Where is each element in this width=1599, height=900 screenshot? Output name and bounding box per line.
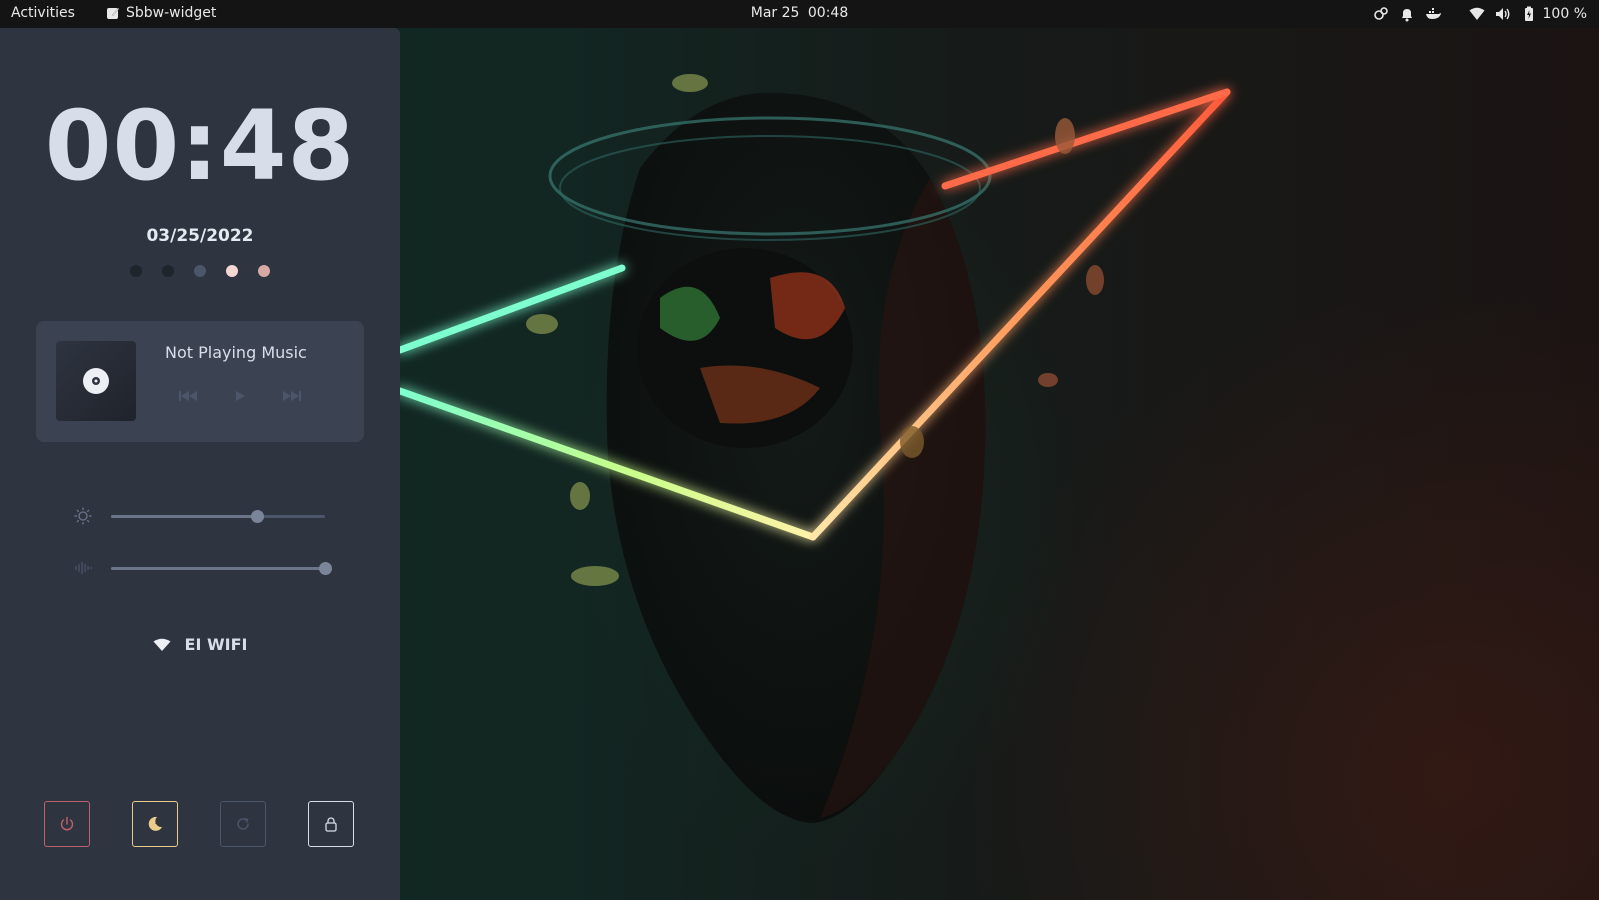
workspace-dot[interactable] bbox=[226, 265, 238, 277]
widget-date: 03/25/2022 bbox=[146, 226, 254, 246]
next-icon bbox=[283, 391, 301, 401]
music-controls bbox=[179, 389, 301, 403]
music-player-card: Not Playing Music bbox=[36, 321, 364, 442]
next-button[interactable] bbox=[283, 389, 301, 403]
music-title: Not Playing Music bbox=[165, 343, 307, 362]
sbbw-widget-panel: 00:48 03/25/2022 Not Playing Music EI WI… bbox=[0, 28, 400, 900]
album-art bbox=[56, 341, 136, 421]
battery-icon[interactable] bbox=[1521, 6, 1537, 22]
play-button[interactable] bbox=[231, 389, 249, 403]
reload-icon bbox=[237, 817, 249, 830]
wifi-status[interactable]: EI WIFI bbox=[0, 635, 400, 654]
top-bar: Activities Sbbw-widget Mar 25 00:48 100 … bbox=[0, 0, 1599, 28]
svg-text:z: z bbox=[155, 820, 158, 826]
volume-fill bbox=[111, 567, 325, 570]
previous-button[interactable] bbox=[179, 389, 197, 403]
topbar-time: 00:48 bbox=[807, 5, 849, 21]
suspend-button[interactable]: z bbox=[132, 801, 178, 847]
widget-clock: 00:48 bbox=[44, 90, 356, 202]
soundwave-icon bbox=[75, 562, 92, 574]
volume-track[interactable] bbox=[111, 562, 332, 575]
brightness-track[interactable] bbox=[111, 510, 325, 523]
network-share-icon[interactable] bbox=[1373, 6, 1389, 22]
reboot-button[interactable] bbox=[220, 801, 266, 847]
wifi-icon[interactable] bbox=[1469, 6, 1485, 22]
workspace-dot[interactable] bbox=[258, 265, 270, 277]
system-tray[interactable]: 100 % bbox=[1373, 0, 1599, 28]
volume-slider[interactable] bbox=[74, 558, 334, 578]
workspace-dot[interactable] bbox=[130, 265, 142, 277]
previous-icon bbox=[179, 391, 197, 401]
sun-icon bbox=[74, 507, 92, 525]
brightness-fill bbox=[111, 515, 257, 518]
workspace-dot[interactable] bbox=[162, 265, 174, 277]
moon-icon: z bbox=[148, 816, 162, 831]
play-icon bbox=[236, 391, 245, 401]
topbar-date: Mar 25 bbox=[750, 5, 800, 21]
disc-icon bbox=[83, 368, 109, 394]
docker-whale-icon[interactable] bbox=[1425, 6, 1441, 22]
lock-button[interactable] bbox=[308, 801, 354, 847]
power-icon bbox=[60, 816, 74, 831]
brightness-handle[interactable] bbox=[250, 510, 264, 523]
brightness-slider[interactable] bbox=[74, 506, 334, 526]
topbar-clock[interactable]: Mar 25 00:48 bbox=[0, 5, 1599, 21]
workspace-dots bbox=[0, 265, 400, 277]
lock-icon bbox=[325, 817, 337, 832]
shutdown-button[interactable] bbox=[44, 801, 90, 847]
volume-icon[interactable] bbox=[1495, 6, 1511, 22]
battery-percentage: 100 % bbox=[1542, 6, 1587, 22]
volume-handle[interactable] bbox=[319, 562, 332, 575]
bell-icon[interactable] bbox=[1399, 6, 1415, 22]
wifi-icon bbox=[153, 638, 171, 651]
workspace-dot[interactable] bbox=[194, 265, 206, 277]
wifi-ssid: EI WIFI bbox=[184, 635, 248, 654]
